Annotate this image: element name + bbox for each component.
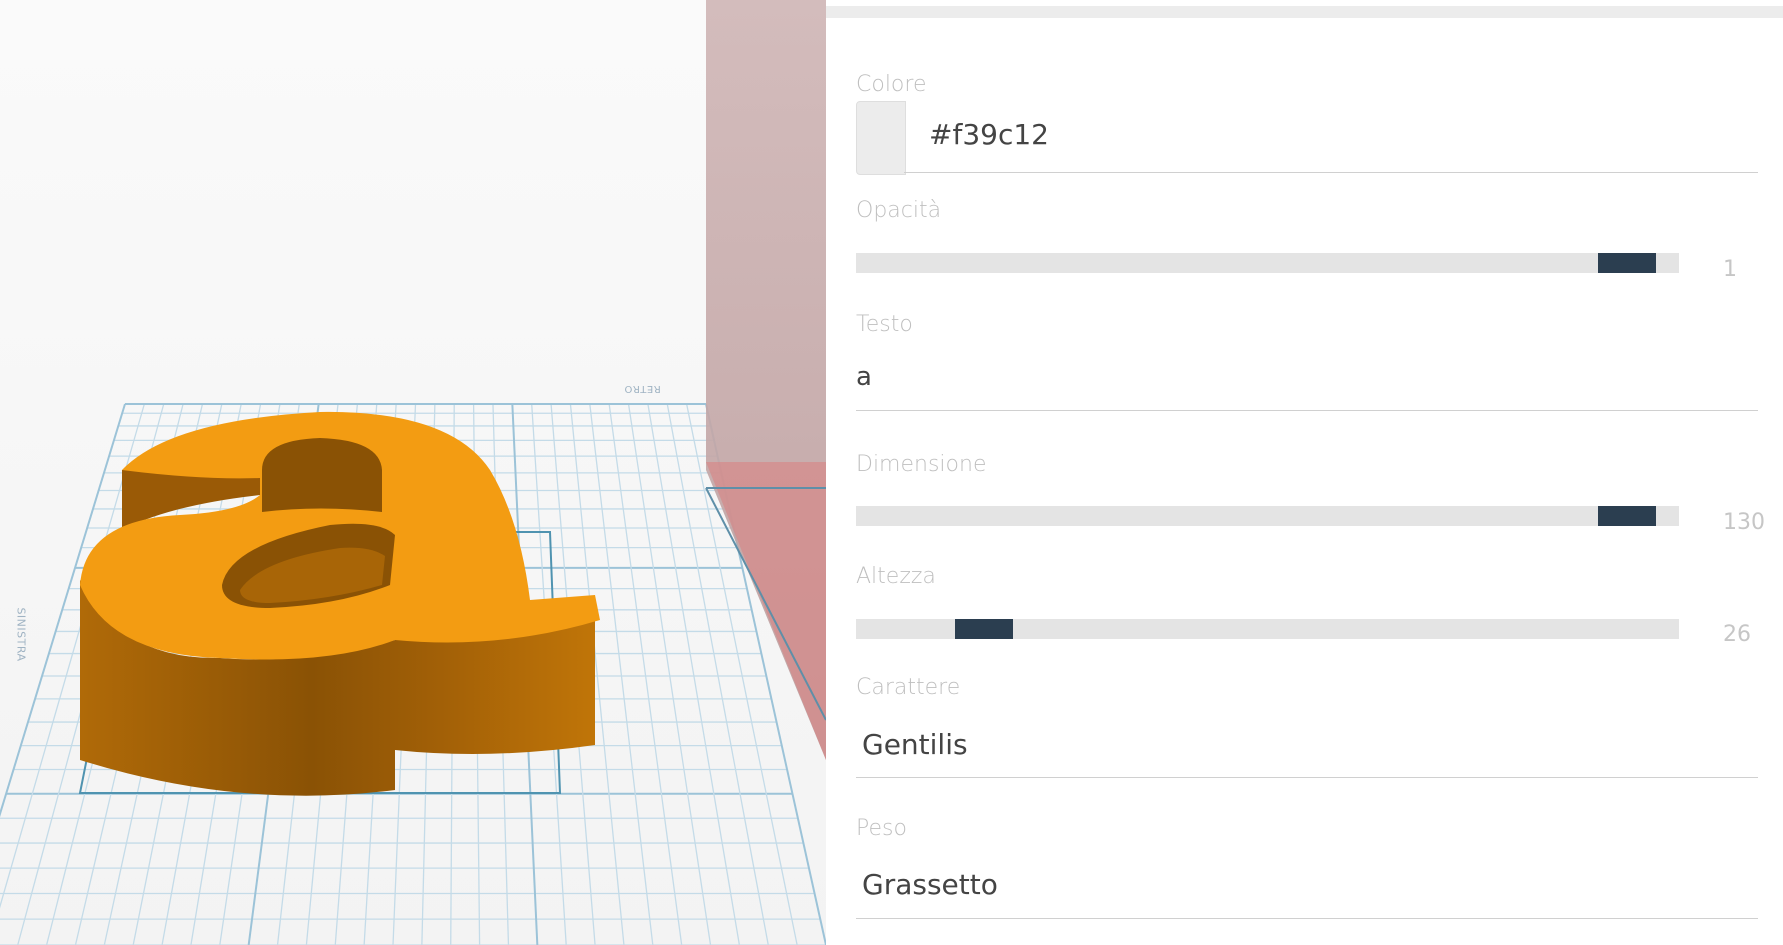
axis-label-back: RETRO (624, 383, 661, 394)
letter-counter-upper (262, 438, 382, 512)
opacity-slider-thumb[interactable] (1598, 253, 1656, 273)
text-underline (856, 410, 1758, 411)
axis-label-left: SINISTRA (14, 607, 28, 662)
panel-top-bar (826, 6, 1783, 18)
color-hex-input[interactable]: #f39c12 (929, 118, 1049, 151)
font-underline (856, 777, 1758, 778)
text-label: Testo (856, 312, 913, 337)
weight-label: Peso (856, 816, 907, 841)
grid-line-vertical (589, 403, 654, 945)
size-slider[interactable] (856, 506, 1679, 526)
height-slider-thumb[interactable] (955, 619, 1013, 639)
properties-panel: Colore #f39c12 Opacità 1 Testo a Dimensi… (826, 0, 1783, 945)
color-swatch[interactable] (856, 101, 906, 175)
font-select[interactable]: Gentilis (862, 728, 968, 761)
opacity-slider[interactable] (856, 253, 1679, 273)
size-value: 130 (1723, 510, 1765, 535)
height-label: Altezza (856, 564, 936, 589)
size-label: Dimensione (856, 452, 987, 477)
font-label: Carattere (856, 675, 961, 700)
grid-line-vertical (627, 403, 712, 945)
weight-underline (856, 918, 1758, 919)
color-label: Colore (856, 72, 927, 97)
color-underline (904, 172, 1758, 173)
size-slider-thumb[interactable] (1598, 506, 1656, 526)
opacity-label: Opacità (856, 198, 942, 223)
height-slider[interactable] (856, 619, 1679, 639)
text-input[interactable]: a (856, 362, 872, 392)
letter-object[interactable] (80, 411, 600, 796)
grid-line-vertical (608, 403, 683, 945)
height-value: 26 (1723, 622, 1751, 647)
weight-select[interactable]: Grassetto (862, 868, 998, 901)
3d-viewport[interactable]: SINISTRA RETRO (0, 0, 826, 945)
scene-canvas[interactable] (0, 0, 826, 945)
opacity-value: 1 (1723, 257, 1737, 282)
